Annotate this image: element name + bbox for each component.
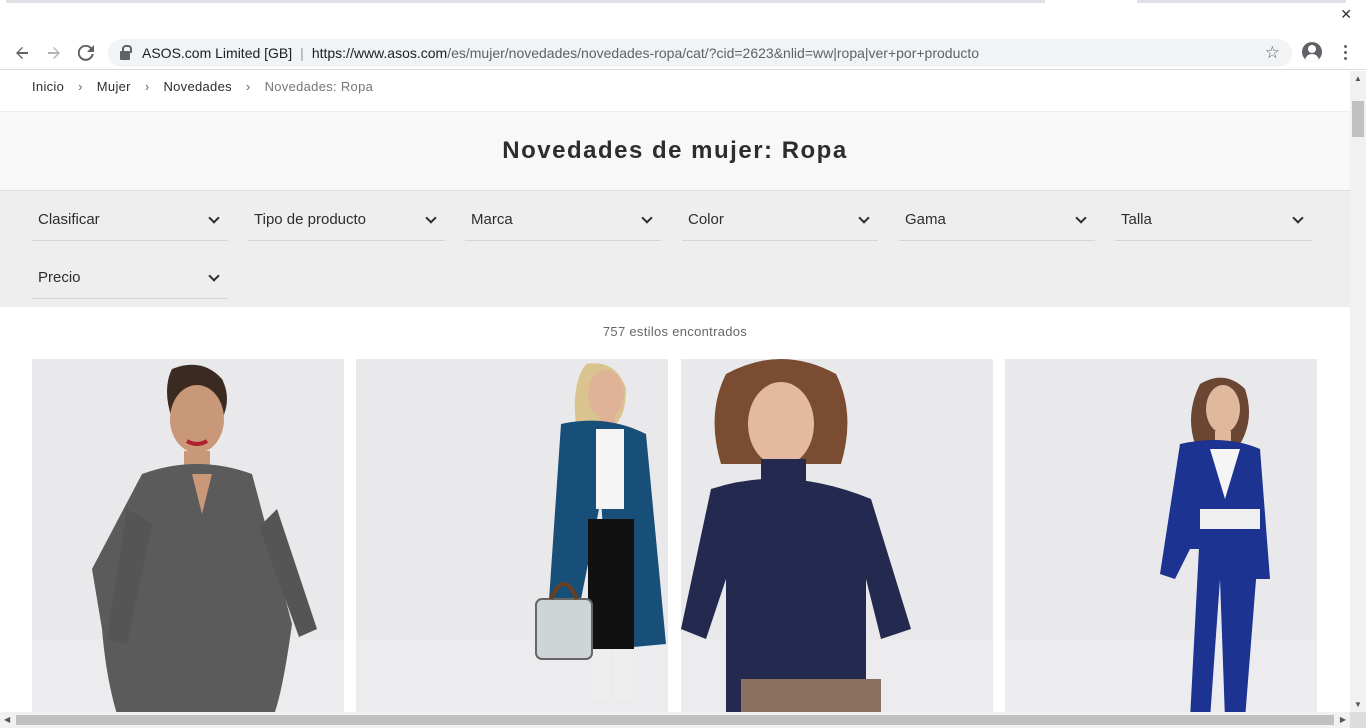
product-image [92,364,317,712]
breadcrumb-item-inicio[interactable]: Inicio [32,79,64,94]
reload-icon[interactable] [75,42,97,64]
product-image [681,359,911,712]
address-bar[interactable]: ASOS.com Limited [GB] | https://www.asos… [108,39,1292,67]
chevron-down-icon [858,211,870,224]
product-card[interactable] [1005,359,1317,712]
scroll-left-icon[interactable]: ◀ [4,715,10,724]
scroll-down-icon[interactable]: ▼ [1354,700,1362,709]
breadcrumb-separator: › [78,79,83,94]
product-image [535,363,666,699]
breadcrumb-separator: › [245,79,251,94]
url-path: /es/mujer/novedades/novedades-ropa/cat/?… [447,45,980,61]
filter-precio[interactable]: Precio [32,257,228,299]
arrow-right-icon[interactable] [43,42,65,64]
page-title: Novedades de mujer: Ropa [502,137,848,164]
chevron-down-icon [641,211,653,224]
arrow-left-icon[interactable] [11,42,33,64]
product-card[interactable] [356,359,668,712]
chevron-down-icon [425,211,437,224]
filter-label: Clasificar [38,211,100,228]
filter-marca[interactable]: Marca [465,199,661,241]
filter-gama[interactable]: Gama [899,199,1095,241]
menu-icon[interactable] [1340,42,1350,62]
breadcrumb-separator: › [144,79,150,94]
filter-label: Tipo de producto [254,211,367,228]
scrollbar-thumb[interactable] [16,715,1334,725]
url-text: https://www.asos.com/es/mujer/novedades/… [312,45,979,61]
tab-strip-edge [6,0,1346,3]
scrollbar-corner [1350,712,1366,728]
scroll-right-icon[interactable]: ▶ [1340,715,1346,724]
product-card[interactable] [681,359,993,712]
filter-tipo-de-producto[interactable]: Tipo de producto [248,199,445,241]
tab-strip: ✕ [0,0,1366,36]
chevron-down-icon [208,211,220,224]
address-separator: | [300,45,304,61]
tab-strip-gap [1045,0,1137,3]
profile-icon[interactable] [1302,42,1322,62]
breadcrumb-item-mujer[interactable]: Mujer [97,79,131,94]
product-card[interactable] [32,359,344,712]
chevron-down-icon [1075,211,1087,224]
star-icon[interactable]: ☆ [1265,43,1280,63]
category-header: Novedades de mujer: Ropa [0,111,1350,191]
scroll-up-icon[interactable]: ▲ [1354,74,1362,83]
chevron-down-icon [208,269,220,282]
product-image [1160,377,1270,712]
filter-clasificar[interactable]: Clasificar [32,199,228,241]
breadcrumb-current: Novedades: Ropa [264,79,374,94]
filter-label: Marca [471,211,513,228]
filter-label: Precio [38,269,81,286]
filter-label: Talla [1121,211,1152,228]
url-host: https://www.asos.com [311,45,448,61]
page-viewport: Inicio › Mujer › Novedades › Novedades: … [0,71,1350,712]
horizontal-scrollbar[interactable]: ◀ ▶ [0,712,1350,728]
browser-toolbar: ASOS.com Limited [GB] | https://www.asos… [0,36,1366,70]
results-count: 757 estilos encontrados [602,324,748,339]
filter-label: Gama [905,211,946,228]
filter-bar: Clasificar Tipo de producto Marca Color … [0,191,1350,307]
filter-color[interactable]: Color [682,199,878,241]
scrollbar-thumb[interactable] [1352,101,1364,137]
breadcrumb: Inicio › Mujer › Novedades › Novedades: … [32,79,373,94]
breadcrumb-item-novedades[interactable]: Novedades [163,79,231,94]
vertical-scrollbar[interactable]: ▲ ▼ [1350,71,1366,712]
close-icon[interactable]: ✕ [1340,6,1352,23]
filter-label: Color [688,211,724,228]
filter-talla[interactable]: Talla [1115,199,1312,241]
chevron-down-icon [1292,211,1304,224]
lock-icon [120,44,132,60]
site-owner: ASOS.com Limited [GB] [142,45,293,61]
